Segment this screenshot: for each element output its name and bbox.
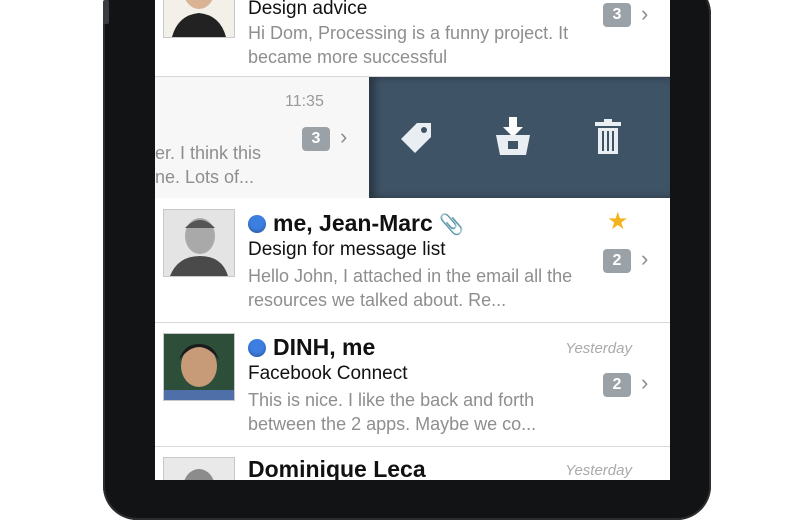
message-date: Yesterday	[565, 340, 632, 357]
thread-count-badge: 2	[603, 249, 631, 273]
message-row-dinh[interactable]: DINH, me Yesterday Facebook Connect This…	[155, 323, 670, 447]
message-date: Yesterday	[565, 462, 632, 479]
message-subject: Facebook Connect	[248, 363, 408, 384]
message-row-design-advice[interactable]: Design advice Hi Dom, Processing is a fu…	[155, 0, 670, 77]
swipe-action-tray	[369, 77, 670, 198]
chevron-right-icon[interactable]: ›	[340, 124, 347, 150]
star-icon[interactable]: ★	[607, 207, 629, 236]
thread-count-badge: 3	[302, 127, 330, 151]
message-subject: Design for message list	[248, 239, 446, 260]
sender-avatar	[163, 333, 235, 401]
message-row-swiped[interactable]: 11:35 3 › er. I think this ne. Lots of..…	[155, 77, 670, 198]
chevron-right-icon[interactable]: ›	[641, 370, 648, 396]
paperclip-icon: 📎	[439, 214, 465, 236]
sender-name: Dominique Leca	[248, 456, 426, 480]
message-preview: Hi Dom, Processing is a funny project. I…	[248, 23, 569, 67]
sender-avatar	[163, 209, 235, 277]
tag-icon[interactable]	[397, 119, 437, 160]
thread-count-badge: 3	[603, 3, 631, 27]
phone-side-button	[103, 0, 109, 24]
message-preview: This is nice. I like the back and forth …	[248, 390, 537, 434]
sender-avatar	[163, 457, 235, 480]
unread-dot-icon	[248, 339, 266, 357]
message-row-jean-marc[interactable]: me, Jean-Marc 📎 ★ Design for message lis…	[155, 199, 670, 323]
archive-icon[interactable]	[493, 115, 533, 162]
message-subject: Design advice	[248, 0, 368, 19]
trash-icon[interactable]	[593, 119, 623, 160]
chevron-right-icon[interactable]: ›	[641, 246, 648, 272]
thread-count-badge: 2	[603, 373, 631, 397]
unread-dot-icon	[248, 215, 266, 233]
sender-name: me, Jean-Marc 📎	[248, 210, 464, 237]
message-time: 11:35	[285, 93, 324, 110]
sender-name: DINH, me	[248, 334, 375, 361]
sender-avatar	[163, 0, 235, 38]
mail-list: Design advice Hi Dom, Processing is a fu…	[155, 0, 670, 480]
message-preview: er. I think this ne. Lots of...	[155, 143, 262, 187]
message-preview: Hello John, I attached in the email all …	[248, 266, 573, 310]
chevron-right-icon[interactable]: ›	[641, 1, 648, 27]
message-row-dominique[interactable]: Dominique Leca Yesterday	[155, 447, 670, 480]
